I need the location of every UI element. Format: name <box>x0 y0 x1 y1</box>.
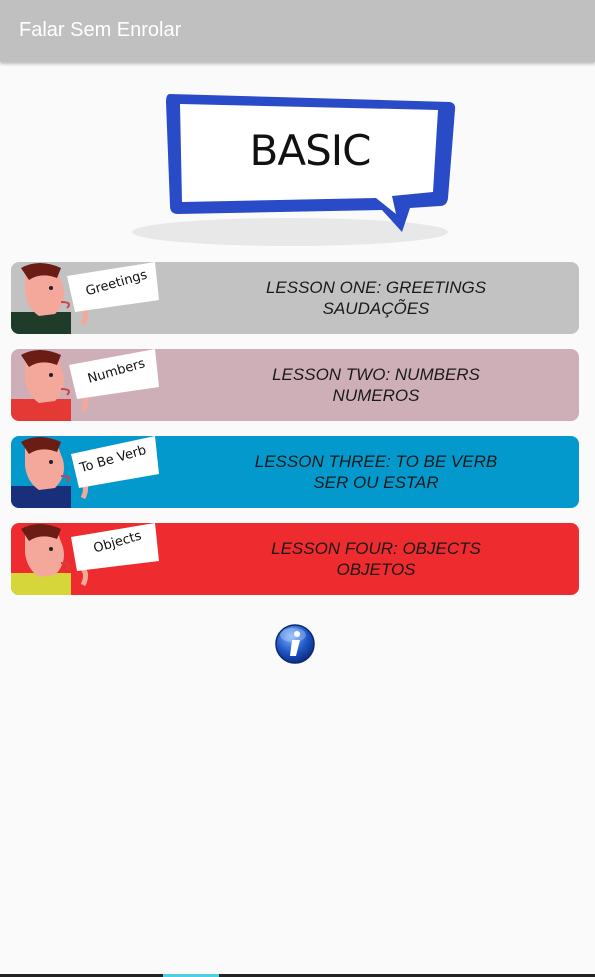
lesson-two-numbers-button[interactable]: Numbers LESSON TWO: NUMBERS NUMEROS <box>11 349 579 421</box>
lesson-title: LESSON ONE: GREETINGS SAUDAÇÕES <box>206 277 546 319</box>
lesson-three-to-be-verb-button[interactable]: To Be Verb LESSON THREE: TO BE VERB SER … <box>11 436 579 508</box>
lesson-title: LESSON FOUR: OBJECTS OBJETOS <box>206 538 546 580</box>
lesson-title-pt: OBJETOS <box>336 560 416 579</box>
lesson-title-en: LESSON ONE: GREETINGS <box>265 278 487 297</box>
lesson-title-en: LESSON THREE: TO BE VERB <box>254 452 498 471</box>
banner-title: BASIC <box>249 126 372 175</box>
lesson-title-pt: NUMEROS <box>332 386 420 405</box>
lesson-title: LESSON THREE: TO BE VERB SER OU ESTAR <box>206 451 546 493</box>
info-icon[interactable] <box>274 623 316 665</box>
lesson-one-greetings-button[interactable]: Greetings LESSON ONE: GREETINGS SAUDAÇÕE… <box>11 262 579 334</box>
lesson-title: LESSON TWO: NUMBERS NUMEROS <box>206 364 546 406</box>
lesson-title-pt: SER OU ESTAR <box>313 473 439 492</box>
app-title: Falar Sem Enrolar <box>19 19 182 41</box>
lesson-four-objects-button[interactable]: Objects LESSON FOUR: OBJECTS OBJETOS <box>11 523 579 595</box>
lesson-title-en: LESSON TWO: NUMBERS <box>272 365 480 384</box>
app-bar: Falar Sem Enrolar <box>0 0 595 62</box>
lesson-title-en: LESSON FOUR: OBJECTS <box>271 539 481 558</box>
lesson-title-pt: SAUDAÇÕES <box>322 299 430 318</box>
